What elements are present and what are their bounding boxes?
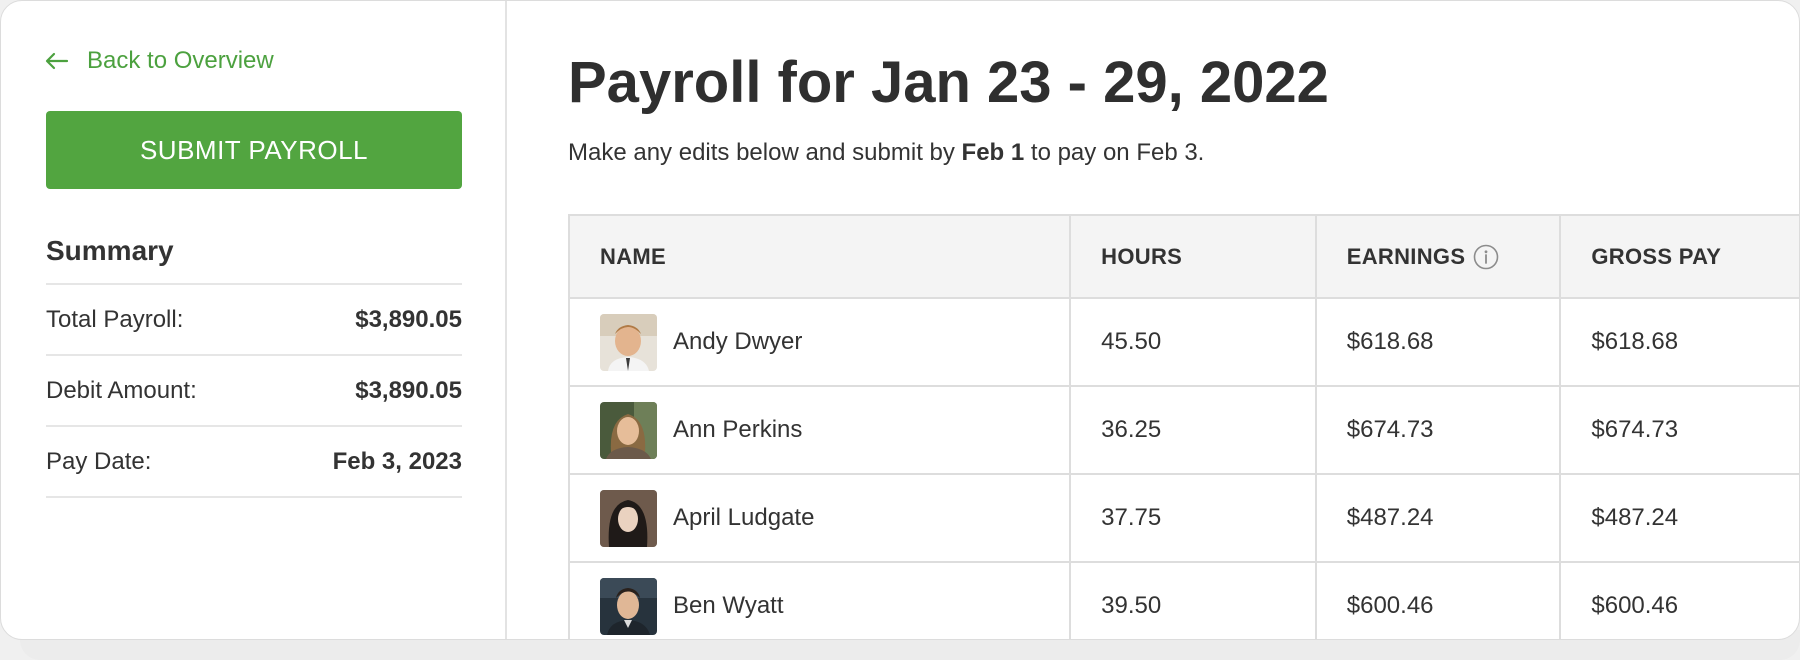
column-header-label: GROSS PAY [1591,243,1722,269]
summary-row-debit-amount: Debit Amount: $3,890.05 [46,356,462,427]
gross-pay-value: $618.68 [1591,328,1679,355]
page-title: Payroll for Jan 23 - 29, 2022 [568,50,1329,115]
earnings-cell: $487.24 [1317,475,1562,561]
main-content: Payroll for Jan 23 - 29, 2022 Make any e… [508,1,1799,639]
subtitle-text-end: to pay on Feb 3. [1024,139,1205,166]
payroll-table: NAME HOURS EARNINGS GROSS PAY Andy Dwyer… [568,214,1799,639]
page-subtitle: Make any edits below and submit by Feb 1… [568,139,1204,167]
column-header-earnings[interactable]: EARNINGS [1317,216,1562,297]
gross-pay-value: $674.73 [1591,416,1679,443]
table-header-row: NAME HOURS EARNINGS GROSS PAY [570,216,1799,299]
hours-value: 39.50 [1101,592,1162,619]
summary-value: $3,890.05 [355,305,462,333]
hours-value: 37.75 [1101,504,1162,531]
gross-pay-cell: $618.68 [1561,299,1799,385]
avatar [600,313,657,371]
column-header-name[interactable]: NAME [570,216,1072,297]
column-header-gross-pay[interactable]: GROSS PAY [1561,216,1799,297]
employee-cell: Ben Wyatt [570,563,1072,639]
employee-cell: Ann Perkins [570,387,1072,473]
submit-payroll-button[interactable]: SUBMIT PAYROLL [46,111,462,189]
employee-name: Andy Dwyer [673,328,803,355]
gross-pay-cell: $600.46 [1561,563,1799,639]
gross-pay-cell: $487.24 [1561,475,1799,561]
employee-cell: Andy Dwyer [570,299,1072,385]
sidebar: Back to Overview SUBMIT PAYROLL Summary … [1,1,507,639]
table-row[interactable]: Ben Wyatt 39.50 $600.46 $600.46 [570,563,1799,639]
submit-deadline: Feb 1 [961,139,1025,166]
hours-value: 45.50 [1101,328,1162,355]
column-header-label: EARNINGS [1346,243,1466,269]
back-link-label: Back to Overview [87,47,274,74]
summary-title: Summary [46,235,174,266]
subtitle-text: Make any edits below and submit by [568,139,962,166]
avatar [600,489,657,547]
back-to-overview-link[interactable]: Back to Overview [45,47,274,75]
gross-pay-value: $600.46 [1591,592,1679,619]
hours-value: 36.25 [1101,416,1162,443]
gross-pay-cell: $674.73 [1561,387,1799,473]
table-row[interactable]: April Ludgate 37.75 $487.24 $487.24 [570,475,1799,563]
payroll-window: Back to Overview SUBMIT PAYROLL Summary … [0,0,1800,640]
table-row[interactable]: Ann Perkins 36.25 $674.73 $674.73 [570,387,1799,475]
earnings-value: $487.24 [1346,504,1434,531]
summary-label: Debit Amount: [46,376,197,404]
earnings-value: $674.73 [1346,416,1434,443]
table-row[interactable]: Andy Dwyer 45.50 $618.68 $618.68 [570,299,1799,387]
hours-cell[interactable]: 39.50 [1071,563,1317,639]
earnings-cell: $618.68 [1317,299,1562,385]
avatar [600,401,657,459]
hours-cell[interactable]: 45.50 [1071,299,1317,385]
earnings-cell: $600.46 [1317,563,1562,639]
summary-label: Total Payroll: [46,305,184,333]
hours-cell[interactable]: 36.25 [1071,387,1317,473]
summary-label: Pay Date: [46,447,152,475]
gross-pay-value: $487.24 [1591,504,1679,531]
column-header-label: NAME [600,243,666,269]
earnings-value: $600.46 [1346,592,1434,619]
summary-row-total-payroll: Total Payroll: $3,890.05 [46,285,462,356]
employee-name: April Ludgate [673,504,815,531]
summary-list: Total Payroll: $3,890.05 Debit Amount: $… [46,283,462,498]
summary-row-pay-date: Pay Date: Feb 3, 2023 [46,427,462,498]
earnings-cell: $674.73 [1317,387,1562,473]
employee-cell: April Ludgate [570,475,1072,561]
hours-cell[interactable]: 37.75 [1071,475,1317,561]
column-header-label: HOURS [1101,243,1183,269]
employee-name: Ben Wyatt [673,592,784,619]
earnings-value: $618.68 [1346,328,1434,355]
info-icon[interactable] [1473,244,1499,270]
avatar [600,577,657,635]
summary-value: $3,890.05 [355,376,462,404]
arrow-left-icon [45,52,69,70]
column-header-hours[interactable]: HOURS [1071,216,1317,297]
employee-name: Ann Perkins [673,416,803,443]
summary-value: Feb 3, 2023 [332,447,462,475]
